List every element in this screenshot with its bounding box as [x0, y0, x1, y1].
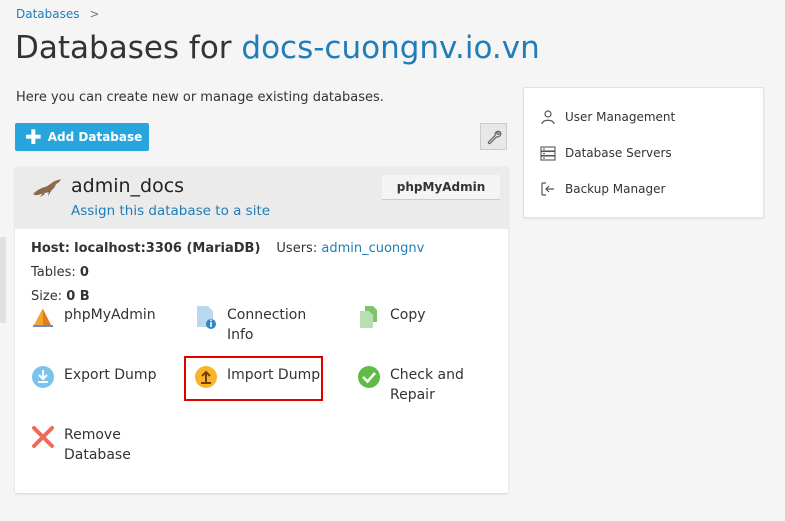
- user-icon: [541, 110, 555, 125]
- action-label: Export Dump: [64, 367, 157, 383]
- action-export-dump[interactable]: Export Dump: [31, 365, 171, 389]
- action-remove-database[interactable]: Remove Database: [31, 425, 141, 465]
- size-value: 0 B: [66, 289, 90, 304]
- server-icon: [540, 146, 556, 161]
- page-title: Databases for docs-cuongnv.io.vn: [15, 30, 540, 66]
- database-card-header: admin_docs Assign this database to a sit…: [15, 167, 508, 229]
- action-label: Check and Repair: [390, 367, 464, 403]
- users-label: Users:: [276, 241, 318, 256]
- sidebar-item-label: Backup Manager: [565, 182, 666, 196]
- connection-info-icon: [197, 306, 216, 329]
- sidebar-item-user-management[interactable]: User Management: [540, 109, 675, 125]
- host-info: Host: localhost:3306 (MariaDB): [31, 237, 260, 261]
- wrench-icon: [487, 130, 501, 144]
- page-title-prefix: Databases for: [15, 30, 242, 66]
- copy-icon: [360, 306, 377, 328]
- tables-info: Tables: 0: [31, 261, 89, 285]
- action-phpmyadmin[interactable]: phpMyAdmin: [31, 305, 171, 329]
- backup-icon: [541, 182, 554, 196]
- assign-to-site-link[interactable]: Assign this database to a site: [71, 203, 270, 219]
- action-copy[interactable]: Copy: [357, 305, 477, 329]
- action-connection-info[interactable]: Connection Info: [194, 305, 314, 345]
- action-label: Copy: [390, 307, 426, 323]
- plus-icon: ✚: [25, 125, 42, 149]
- sidebar-item-backup-manager[interactable]: Backup Manager: [540, 181, 665, 197]
- page-title-domain[interactable]: docs-cuongnv.io.vn: [241, 30, 539, 66]
- action-label: Connection Info: [227, 307, 307, 343]
- page-intro: Here you can create new or manage existi…: [16, 90, 384, 105]
- sidebar-item-label: User Management: [565, 110, 676, 124]
- action-check-and-repair[interactable]: Check and Repair: [357, 365, 477, 405]
- host-label: Host:: [31, 241, 70, 256]
- tables-label: Tables:: [31, 265, 76, 280]
- export-dump-icon: [32, 366, 54, 388]
- breadcrumb: Databases >: [16, 7, 99, 21]
- host-value: localhost:3306 (MariaDB): [74, 241, 261, 256]
- chevron-right-icon: >: [89, 7, 100, 21]
- remove-icon: [32, 426, 54, 448]
- sidebar-item-label: Database Servers: [565, 146, 672, 160]
- size-label: Size:: [31, 289, 63, 304]
- action-label: Remove Database: [64, 427, 131, 463]
- left-edge-marker: [0, 237, 6, 323]
- tools-button[interactable]: [480, 123, 507, 150]
- database-name: admin_docs: [71, 175, 185, 197]
- users-info: Users: admin_cuongnv: [276, 237, 424, 261]
- user-link[interactable]: admin_cuongnv: [321, 241, 424, 256]
- phpmyadmin-header-button[interactable]: phpMyAdmin: [382, 175, 500, 200]
- breadcrumb-databases-link[interactable]: Databases: [16, 7, 80, 21]
- phpmyadmin-sail-icon: [33, 308, 53, 327]
- side-panel: User Management Database Servers Backup …: [523, 87, 764, 218]
- sidebar-item-database-servers[interactable]: Database Servers: [540, 145, 672, 161]
- add-database-label: Add Database: [47, 130, 143, 144]
- check-repair-icon: [358, 366, 380, 388]
- tables-value: 0: [79, 265, 89, 280]
- add-database-button[interactable]: ✚ Add Database: [15, 123, 149, 151]
- database-info: Host: localhost:3306 (MariaDB) Users: adm…: [31, 237, 496, 309]
- mariadb-seal-icon: [33, 179, 61, 197]
- import-dump-highlight: [184, 356, 323, 401]
- action-label: phpMyAdmin: [64, 307, 156, 323]
